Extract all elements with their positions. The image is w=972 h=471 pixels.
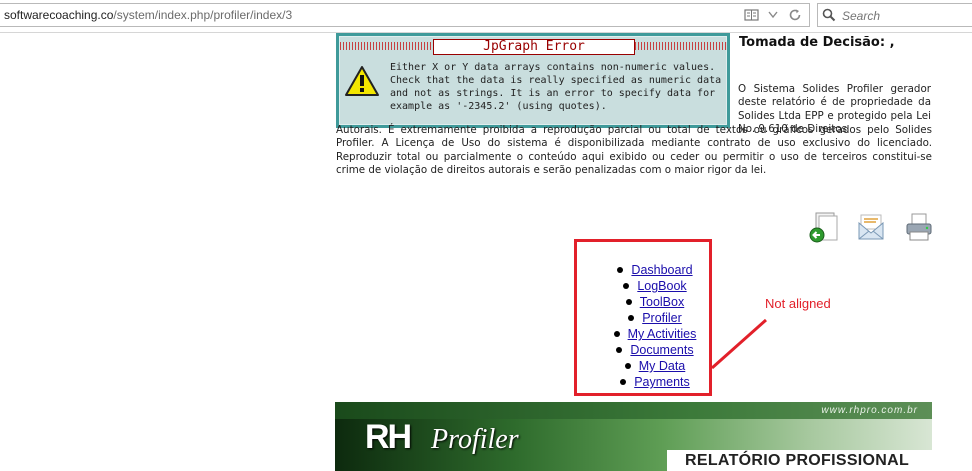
url-path: /system/index.php/profiler/index/3 xyxy=(113,8,293,22)
bullet xyxy=(620,378,627,385)
banner-logo-rh: RH xyxy=(365,418,412,456)
jpgraph-error-box: JpGraph Error Either X or Y data arrays … xyxy=(336,33,730,128)
search-box[interactable] xyxy=(817,3,972,27)
nav-link-dashboard[interactable]: Dashboard xyxy=(631,263,692,277)
reader-view-icon[interactable] xyxy=(743,7,759,23)
browser-toolbar: softwarecoaching.co/system/index.php/pro… xyxy=(0,0,972,33)
url-text[interactable]: softwarecoaching.co/system/index.php/pro… xyxy=(4,8,292,22)
email-icon[interactable] xyxy=(856,211,886,243)
jpgraph-error-panel: JpGraph Error Either X or Y data arrays … xyxy=(339,36,727,125)
annotation-label: Not aligned xyxy=(765,296,831,311)
section-heading: Tomada de Decisão: , xyxy=(739,35,895,50)
address-bar[interactable]: softwarecoaching.co/system/index.php/pro… xyxy=(0,3,810,27)
bullet xyxy=(624,362,631,369)
nav-link-logbook[interactable]: LogBook xyxy=(637,279,686,293)
report-actions xyxy=(808,211,934,243)
bullet xyxy=(613,330,620,337)
copyright-paragraph: Autorais. É extremamente proibida a repr… xyxy=(336,124,932,177)
nav-item-toolbox: ToolBox xyxy=(560,294,750,310)
title-hatch-left xyxy=(340,42,433,50)
annotation-arrow xyxy=(711,318,767,370)
address-bar-icons xyxy=(743,7,803,23)
nav-link-toolbox[interactable]: ToolBox xyxy=(640,295,684,309)
banner-report-plate: RELATÓRIO PROFISSIONAL xyxy=(667,450,932,471)
chevron-down-icon[interactable] xyxy=(765,7,781,23)
nav-link-my-activities[interactable]: My Activities xyxy=(628,327,697,341)
rhpro-banner: www.rhpro.com.br RH Profiler RELATÓRIO P… xyxy=(335,402,932,471)
nav-link-documents[interactable]: Documents xyxy=(630,343,693,357)
print-icon[interactable] xyxy=(904,211,934,243)
bullet xyxy=(623,282,630,289)
search-icon xyxy=(822,7,836,26)
bullet xyxy=(617,266,624,273)
nav-link-payments[interactable]: Payments xyxy=(634,375,690,389)
banner-subtitle: RELATÓRIO PROFISSIONAL xyxy=(685,452,910,469)
bullet xyxy=(616,346,623,353)
nav-link-profiler[interactable]: Profiler xyxy=(642,311,682,325)
bullet xyxy=(628,314,635,321)
warning-icon xyxy=(344,65,380,101)
title-hatch-right xyxy=(635,42,727,50)
nav-item-dashboard: Dashboard xyxy=(560,262,750,278)
nav-link-my-data[interactable]: My Data xyxy=(639,359,686,373)
banner-logo-profiler: Profiler xyxy=(431,424,519,455)
back-icon[interactable] xyxy=(808,211,838,243)
banner-url: www.rhpro.com.br xyxy=(821,405,918,416)
search-input[interactable] xyxy=(840,7,964,25)
url-host: softwarecoaching.co xyxy=(4,8,114,22)
nav-item-logbook: LogBook xyxy=(560,278,750,294)
jpgraph-error-message: Either X or Y data arrays contains non-n… xyxy=(390,62,722,112)
reload-icon[interactable] xyxy=(787,7,803,23)
jpgraph-error-title: JpGraph Error xyxy=(433,39,635,55)
bullet xyxy=(625,298,632,305)
